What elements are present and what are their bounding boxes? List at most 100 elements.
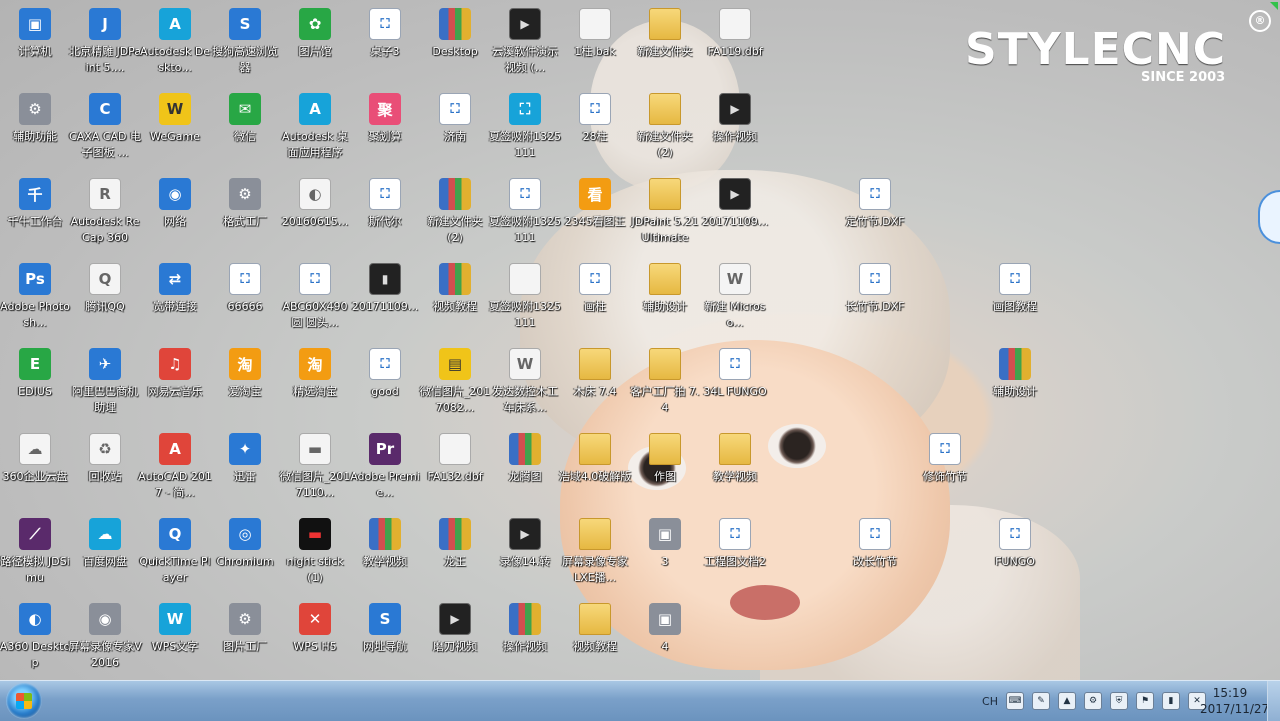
desktop-icon[interactable]: 木床 7.4	[557, 344, 633, 424]
desktop-icon[interactable]: ▶ 20171109...	[697, 174, 773, 254]
desktop-icon[interactable]: ⛶ 66666	[207, 259, 283, 339]
desktop-icon[interactable]: 辅助设计	[627, 259, 703, 339]
desktop-icon[interactable]: ✈ 阿里巴巴商机助理	[67, 344, 143, 424]
desktop-icon[interactable]: R Autodesk ReCap 360	[67, 174, 143, 254]
desktop-icon[interactable]: ▮ 20171109...	[347, 259, 423, 339]
desktop-icon[interactable]: 屏幕录像专家 LXE播...	[557, 514, 633, 594]
security-shield-icon[interactable]: ⛨	[1110, 692, 1128, 710]
start-button[interactable]	[6, 683, 42, 719]
desktop-icon[interactable]: W WeGame	[137, 89, 213, 169]
desktop-icon[interactable]: ▣ 计算机	[0, 4, 73, 84]
desktop-icon[interactable]: ▬ 微信图片_2017110...	[277, 429, 353, 509]
desktop-icon[interactable]: C CAXA CAD 电子图板 ...	[67, 89, 143, 169]
desktop-icon[interactable]: ✿ 图片馆	[277, 4, 353, 84]
desktop-icon[interactable]: ⛶ 长竹节.DXF	[837, 259, 913, 339]
desktop-icon[interactable]: ⚙ 辅助功能	[0, 89, 73, 169]
desktop-icon[interactable]: FA119.dbf	[697, 4, 773, 84]
usb-device-icon[interactable]: ⚙	[1084, 692, 1102, 710]
desktop-icon[interactable]: ⚙ 图片工厂	[207, 599, 283, 679]
desktop-icon[interactable]: 视频教程	[557, 599, 633, 679]
desktop-icon[interactable]: ▤ 微信图片_2017082...	[417, 344, 493, 424]
desktop-icon[interactable]: ⛶ 34L FUNGO	[697, 344, 773, 424]
desktop-icon[interactable]: 淘精选淘宝	[277, 344, 353, 424]
desktop-icon[interactable]: ☁ 360企业云盘	[0, 429, 73, 509]
desktop-icon[interactable]: W WPS文字	[137, 599, 213, 679]
desktop-icon[interactable]: 新建文件夹 (2)	[417, 174, 493, 254]
desktop-icon[interactable]: 夏签吸附1325111	[487, 259, 563, 339]
desktop-icon[interactable]: ⛶ 济南	[417, 89, 493, 169]
desktop-icon[interactable]: ◉ 网络	[137, 174, 213, 254]
desktop-icon[interactable]: Q 腾讯QQ	[67, 259, 143, 339]
desktop-icon[interactable]: A Autodesk 桌面应用程序	[277, 89, 353, 169]
desktop-icon[interactable]: 淘爱淘宝	[207, 344, 283, 424]
desktop-icon[interactable]: ♻ 回收站	[67, 429, 143, 509]
desktop-icon[interactable]: 浩域4.0破解版	[557, 429, 633, 509]
desktop-icon[interactable]: ⛶ 工程图文档2	[697, 514, 773, 594]
desktop-icon[interactable]: 新建文件夹 (2)	[627, 89, 703, 169]
desktop-icon[interactable]: ⛶ 画柱	[557, 259, 633, 339]
desktop-icon[interactable]: ⚙ 格式工厂	[207, 174, 283, 254]
desktop-icon[interactable]: Pr Adobe Premie...	[347, 429, 423, 509]
action-center-flag-icon[interactable]: ⚑	[1136, 692, 1154, 710]
desktop-icon[interactable]: S 网址导航	[347, 599, 423, 679]
desktop-icon[interactable]: 龙腾图	[487, 429, 563, 509]
desktop-icon[interactable]: 视频教程	[417, 259, 493, 339]
desktop-icon[interactable]: ⛶ 定竹节.DXF	[837, 174, 913, 254]
desktop-icon[interactable]: ▣ 3	[627, 514, 703, 594]
desktop-icon[interactable]: ⛶ 修饰竹节	[907, 429, 983, 509]
desktop-icon[interactable]: Q QuickTime Player	[137, 514, 213, 594]
desktop-icon[interactable]: 操作视频	[487, 599, 563, 679]
desktop-icon[interactable]: 作图	[627, 429, 703, 509]
desktop-icon[interactable]: ▶ 录像14.转	[487, 514, 563, 594]
desktop-icon[interactable]: ◎ Chromium	[207, 514, 283, 594]
show-desktop-button[interactable]	[1267, 681, 1280, 721]
desktop-icon[interactable]: JDPaint 5.21 Ultimate	[627, 174, 703, 254]
desktop-icon[interactable]: ⛶ ABC60X490圆 圆头...	[277, 259, 353, 339]
desktop-icon[interactable]: ◐ A360 Desktop	[0, 599, 73, 679]
desktop-icon[interactable]: 辅助设计	[977, 344, 1053, 424]
desktop-icon[interactable]: ♫ 网易云音乐	[137, 344, 213, 424]
desktop-icon[interactable]: ✦ 迅雷	[207, 429, 283, 509]
desktop-icon[interactable]: ⛶ FUNGO	[977, 514, 1053, 594]
desktop-icon[interactable]: 聚聚划算	[347, 89, 423, 169]
desktop-icon[interactable]: ⇄ 宽带连接	[137, 259, 213, 339]
network-signal-icon[interactable]: ▮	[1162, 692, 1180, 710]
desktop-icon[interactable]: ◉ 屏幕录像专家V2016	[67, 599, 143, 679]
desktop-icon[interactable]: Desktop	[417, 4, 493, 84]
desktop-icon[interactable]: 教学视频	[347, 514, 423, 594]
desktop-icon[interactable]: 千千牛工作台	[0, 174, 73, 254]
desktop-icon[interactable]: ▶ 磨刀视频	[417, 599, 493, 679]
desktop-icon[interactable]: 客户工厂拍 7.4	[627, 344, 703, 424]
desktop-icon[interactable]: ▶ 云溪软件演示视频 (...	[487, 4, 563, 84]
desktop-icon[interactable]: S 搜狗高速浏览器	[207, 4, 283, 84]
desktop-icon[interactable]: ⛶ 改长竹节	[837, 514, 913, 594]
language-indicator[interactable]: CH	[982, 695, 998, 708]
desktop-icon[interactable]: ⟋ 路径模拟 JDSimu	[0, 514, 73, 594]
desktop-icon[interactable]: ☁ 百度网盘	[67, 514, 143, 594]
desktop-icon[interactable]: 新建文件夹	[627, 4, 703, 84]
desktop-icon[interactable]: A AutoCAD 2017 - 简...	[137, 429, 213, 509]
clock[interactable]: 15:19 2017/11/27	[1200, 685, 1269, 717]
desktop-icon[interactable]: W 发达数控木工车床系...	[487, 344, 563, 424]
desktop-icon[interactable]: ▬ night stick (1)	[277, 514, 353, 594]
desktop-icon[interactable]: ⛶ 画图教程	[977, 259, 1053, 339]
desktop-icon[interactable]: ⛶ good	[347, 344, 423, 424]
desktop-icon[interactable]: A Autodesk Deskto...	[137, 4, 213, 84]
desktop-icon[interactable]: 龙王	[417, 514, 493, 594]
keyboard-icon[interactable]: ⌨	[1006, 692, 1024, 710]
input-method-icon[interactable]: ✎	[1032, 692, 1050, 710]
desktop-icon[interactable]: ⛶ 桌子3	[347, 4, 423, 84]
desktop-icon[interactable]: ✕ WPS H5	[277, 599, 353, 679]
desktop-icon[interactable]: Ps Adobe Photosh...	[0, 259, 73, 339]
desktop-icon[interactable]: ✉ 微信	[207, 89, 283, 169]
desktop-icon[interactable]: ⛶ 夏签吸附1325111	[487, 89, 563, 169]
desktop-icon[interactable]: 1柱.bak	[557, 4, 633, 84]
desktop-icon[interactable]: ▣ 4	[627, 599, 703, 679]
desktop-icon[interactable]: 看 2345看图王	[557, 174, 633, 254]
desktop-icon[interactable]: E EDIUS	[0, 344, 73, 424]
desktop-icon[interactable]: W 新建 Microso...	[697, 259, 773, 339]
desktop-icon[interactable]: ▶ 操作视频	[697, 89, 773, 169]
desktop-icon[interactable]: ◐ 20160615...	[277, 174, 353, 254]
desktop-icon[interactable]: ⛶ 28柱	[557, 89, 633, 169]
desktop-icon[interactable]: FA132.dbf	[417, 429, 493, 509]
